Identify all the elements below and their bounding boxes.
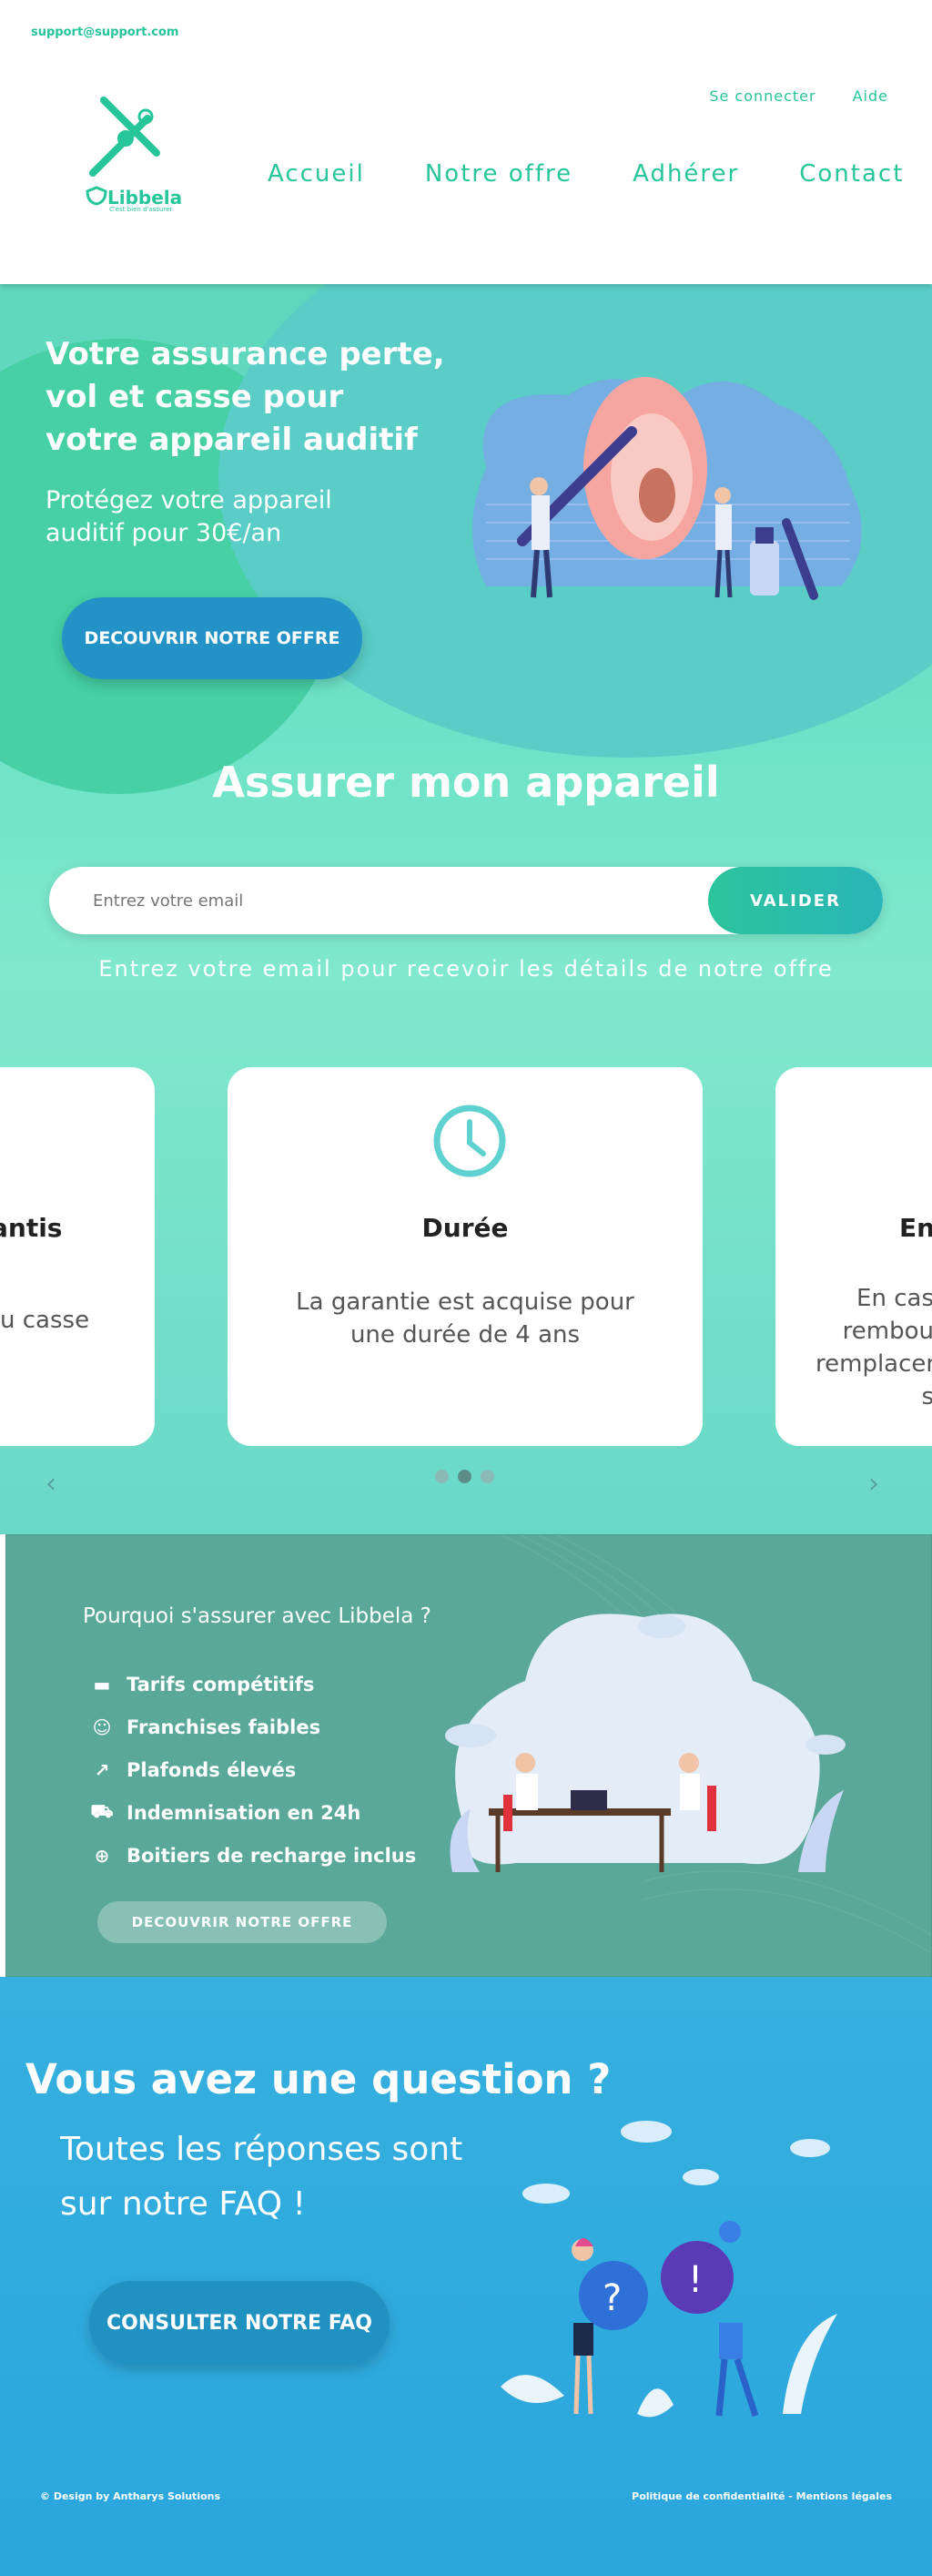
validate-button[interactable]: VALIDER [708, 867, 883, 934]
benefit-label: Franchises faibles [127, 1716, 321, 1738]
why-discover-offer-button[interactable]: DECOUVRIR NOTRE OFFRE [97, 1901, 387, 1943]
carousel-card: antis u casse [0, 1067, 155, 1446]
benefit-label: Plafonds élevés [127, 1758, 297, 1781]
card-title: Durée [421, 1213, 509, 1243]
nav-adherer[interactable]: Adhérer [633, 160, 739, 188]
why-title: Pourquoi s'assurer avec Libbela ? [83, 1604, 431, 1628]
carousel-dots [435, 1470, 494, 1483]
truck-icon: ⛟ [90, 1800, 114, 1822]
carousel-card: En En cas rembou remplacem s [775, 1067, 932, 1446]
benefit-label: Boitiers de recharge inclus [127, 1844, 417, 1867]
footer-credit: © Design by Antharys Solutions [40, 2490, 221, 2502]
money-icon: ▬ [93, 1673, 111, 1695]
benefit-label: Indemnisation en 24h [127, 1801, 361, 1824]
question-bubbles-illustration: ? ! [501, 2121, 837, 2418]
consult-faq-button[interactable]: CONSULTER NOTRE FAQ [89, 2281, 390, 2365]
page: support@support.com Libbela C'est bien d… [0, 0, 932, 2576]
carousel-dot[interactable] [481, 1470, 494, 1483]
carousel-next-icon[interactable]: › [868, 1468, 879, 1500]
nav-accueil[interactable]: Accueil [268, 160, 365, 188]
faq-section: Vous avez une question ? Toutes les répo… [0, 1977, 932, 2576]
email-form: VALIDER [49, 867, 883, 934]
faq-subtitle-line: Toutes les réponses sont [60, 2131, 463, 2168]
nav-contact[interactable]: Contact [799, 160, 904, 188]
plus-circle-icon: ⊕ [94, 1844, 110, 1867]
email-hint: Entrez votre email pour recevoir les dét… [98, 956, 834, 982]
carousel-dot[interactable] [458, 1470, 471, 1483]
carousel-dot[interactable] [435, 1470, 449, 1483]
top-links: Se connecter Aide [709, 87, 888, 105]
carousel-prev-icon[interactable]: ‹ [46, 1468, 56, 1500]
card-title: antis [0, 1213, 63, 1243]
meeting-illustration [445, 1614, 846, 1872]
hero-title: Votre assurance perte, vol et casse pour… [46, 336, 445, 458]
faq-subtitle-line: sur notre FAQ ! [60, 2185, 306, 2223]
smile-icon: ☺ [92, 1716, 112, 1738]
card-text: En cas rembou remplacem s [816, 1285, 932, 1410]
benefit-label: Tarifs compétitifs [127, 1673, 315, 1695]
discover-offer-button[interactable]: DECOUVRIR NOTRE OFFRE [62, 597, 362, 679]
faq-title: Vous avez une question ? [25, 2055, 612, 2103]
hero-subtitle: Protégez votre appareil auditif pour 30€… [46, 486, 332, 547]
benefit-item: ⊕ Boitiers de recharge inclus [90, 1834, 417, 1877]
chart-icon: ↗ [94, 1758, 110, 1781]
hero-section: Votre assurance perte, vol et casse pour… [0, 284, 932, 1534]
login-link[interactable]: Se connecter [709, 87, 816, 105]
carousel-card: Durée La garantie est acquise pour une d… [228, 1067, 703, 1446]
clock-icon [433, 1105, 506, 1177]
help-link[interactable]: Aide [853, 87, 888, 105]
faq-subtitle: Toutes les réponses sont sur notre FAQ ! [60, 2123, 462, 2232]
card-text: u casse [0, 1307, 90, 1334]
why-section: Pourquoi s'assurer avec Libbela ? ▬ Tarif… [5, 1534, 932, 1977]
svg-text:?: ? [603, 2277, 622, 2319]
nav-notre-offre[interactable]: Notre offre [425, 160, 572, 188]
email-input[interactable] [93, 867, 639, 934]
why-benefits-list: ▬ Tarifs compétitifs ☺ Franchises faibles … [90, 1663, 416, 1877]
site-header: support@support.com Libbela C'est bien d… [0, 0, 932, 284]
main-nav: Accueil Notre offre Adhérer Contact [268, 160, 904, 188]
assurer-title: Assurer mon appareil [212, 758, 720, 807]
benefit-item: ↗ Plafonds élevés [90, 1748, 416, 1791]
footer-legal-links[interactable]: Politique de confidentialité - Mentions … [632, 2490, 892, 2502]
benefit-item: ☺ Franchises faibles [90, 1705, 416, 1748]
support-email-link[interactable]: support@support.com [31, 25, 178, 39]
ear-doctors-illustration [472, 377, 862, 600]
logo-tagline: C'est bien d'assurer [109, 206, 173, 213]
card-title: En [899, 1213, 932, 1243]
benefit-item: ▬ Tarifs compétitifs [90, 1663, 416, 1705]
svg-text:!: ! [688, 2259, 703, 2301]
benefit-item: ⛟ Indemnisation en 24h [90, 1791, 416, 1834]
card-text: La garantie est acquise pour une durée d… [296, 1288, 634, 1349]
